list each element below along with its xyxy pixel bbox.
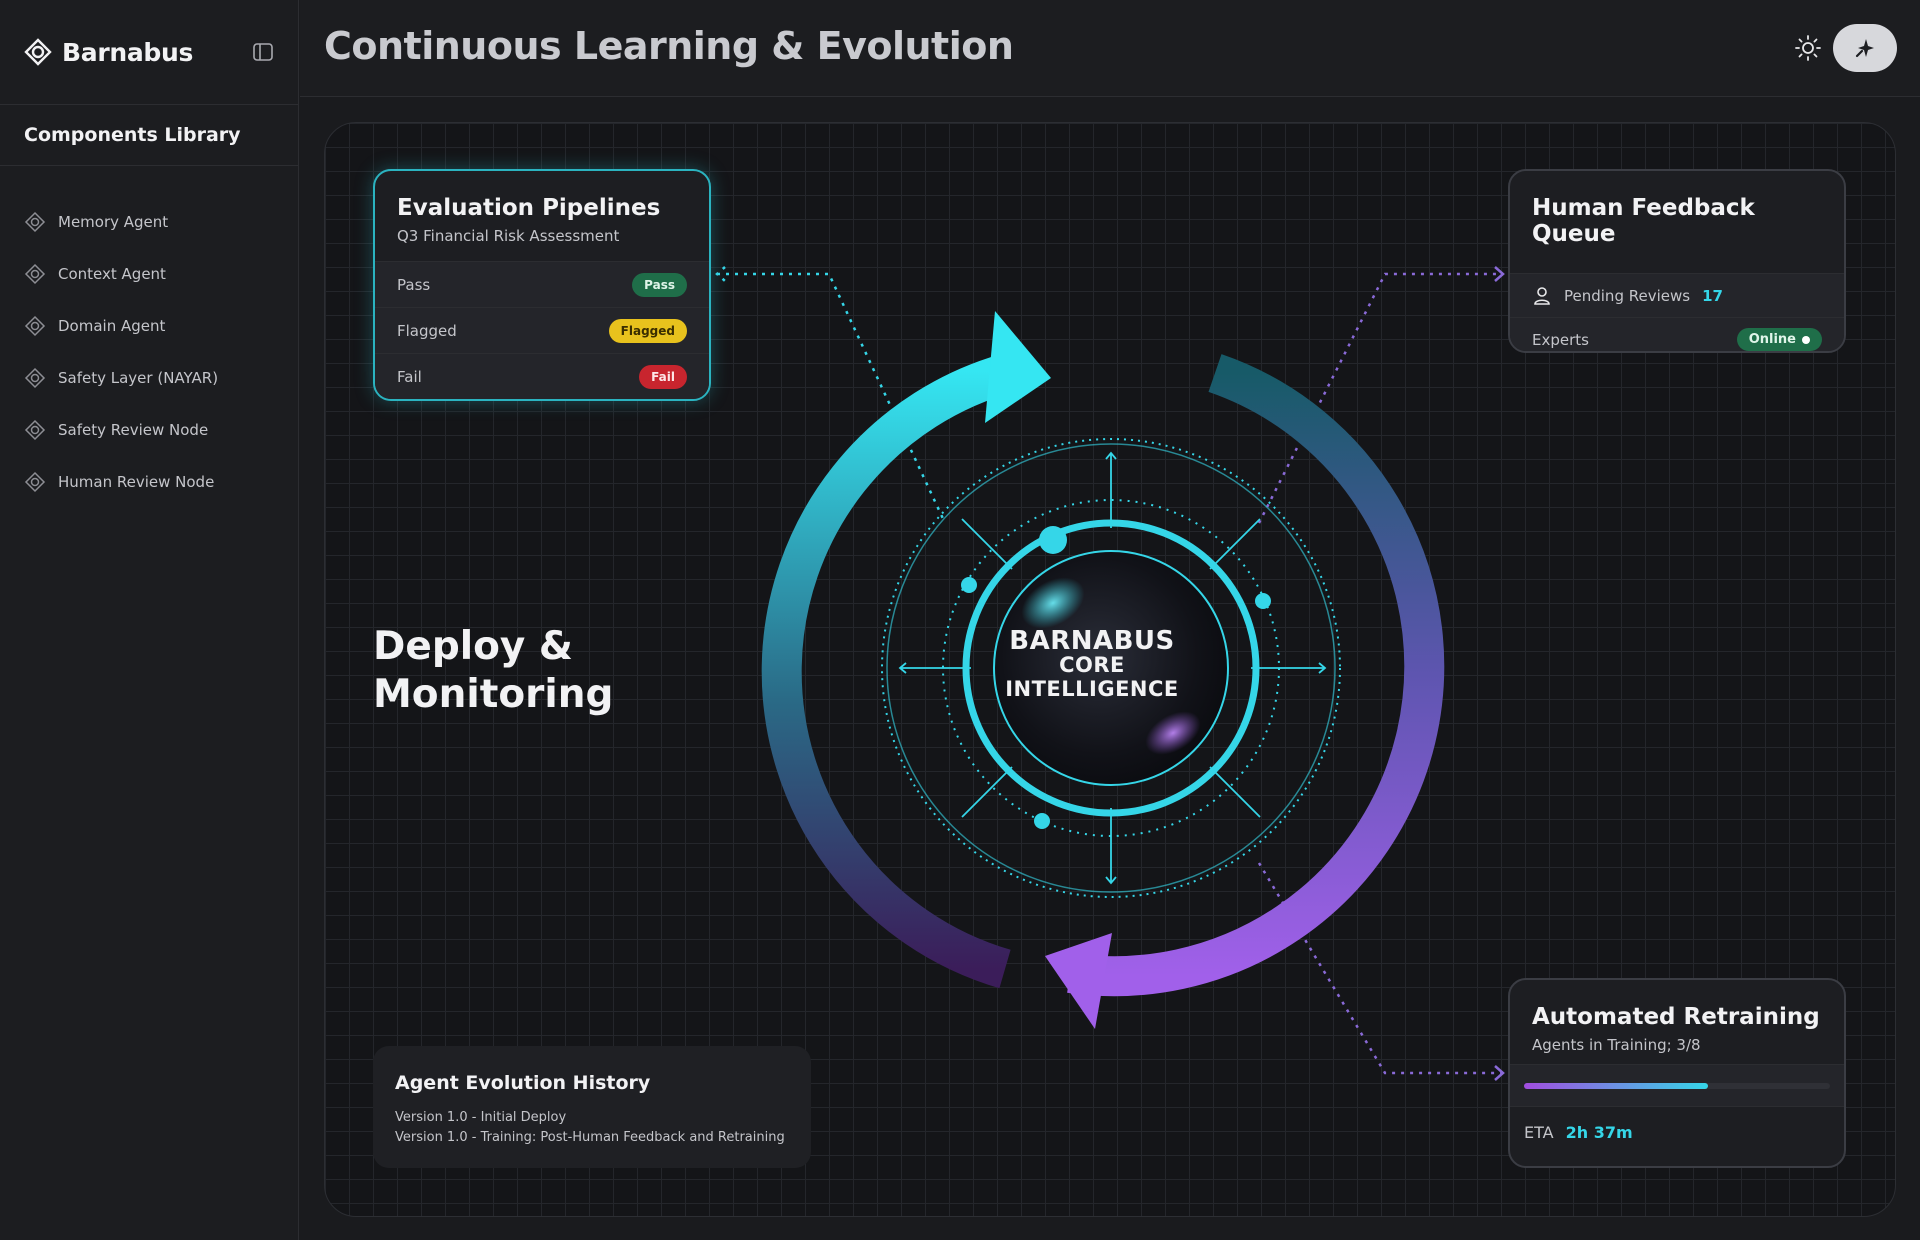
experts-label: Experts (1532, 330, 1589, 349)
core-line-1: BARNABUS (1009, 626, 1175, 656)
sidebar-item-label: Domain Agent (58, 317, 166, 335)
status-badge: Flagged (608, 318, 687, 343)
retraining-title: Automated Retraining (1532, 1004, 1820, 1030)
retraining-subtitle: Agents in Training; 3/8 (1532, 1036, 1701, 1054)
evaluation-pipelines-card[interactable]: Evaluation Pipelines Q3 Financial Risk A… (373, 169, 711, 401)
barnabus-logo-icon (24, 38, 52, 66)
eta-label: ETA (1524, 1123, 1554, 1142)
row-label: Pass (397, 275, 431, 294)
agent-evolution-history-card[interactable]: Agent Evolution History Version 1.0 - In… (373, 1046, 811, 1168)
agent-icon (24, 367, 46, 389)
brand[interactable]: Barnabus (0, 0, 298, 105)
evaluation-row-fail[interactable]: Fail Fail (375, 353, 709, 399)
sidebar-nav: Memory Agent Context Agent Domain Agent … (0, 166, 298, 508)
online-status-badge: Online (1736, 328, 1822, 351)
sidebar-item-safety-layer[interactable]: Safety Layer (NAYAR) (0, 352, 298, 404)
status-badge: Pass (632, 272, 687, 297)
online-status-text: Online (1748, 332, 1796, 347)
pending-reviews-count: 17 (1702, 286, 1723, 305)
app-name: Barnabus (62, 37, 194, 67)
core-intelligence-label[interactable]: BARNABUS CORE INTELLIGENCE (967, 626, 1217, 701)
sidebar-item-label: Safety Review Node (58, 421, 209, 439)
progress-track (1524, 1082, 1830, 1089)
ai-assistant-button[interactable] (1833, 24, 1897, 72)
history-entry: Version 1.0 - Training: Post-Human Feedb… (395, 1130, 785, 1145)
page-title: Continuous Learning & Evolution (324, 24, 1014, 68)
evaluation-row-flagged[interactable]: Flagged Flagged (375, 307, 709, 353)
sidebar-item-safety-review-node[interactable]: Safety Review Node (0, 404, 298, 456)
eta-row: ETA 2h 37m (1510, 1106, 1844, 1158)
status-dot-icon (1802, 335, 1810, 344)
progress-fill (1524, 1082, 1708, 1089)
user-icon (1534, 286, 1550, 305)
workflow-canvas: Evaluation Pipelines Q3 Financial Risk A… (324, 122, 1896, 1217)
agent-icon (24, 263, 46, 285)
core-line-3: INTELLIGENCE (1005, 677, 1179, 701)
agent-icon (24, 315, 46, 337)
training-progress (1510, 1064, 1844, 1106)
status-badge: Fail (639, 364, 687, 389)
sidebar-item-label: Human Review Node (58, 473, 215, 491)
evaluation-subtitle: Q3 Financial Risk Assessment (397, 227, 620, 245)
agent-icon (24, 419, 46, 441)
sun-icon[interactable] (1794, 34, 1822, 62)
row-label: Fail (397, 367, 422, 386)
header: Continuous Learning & Evolution (300, 0, 1920, 97)
sidebar-item-domain-agent[interactable]: Domain Agent (0, 300, 298, 352)
agent-icon (24, 211, 46, 233)
eta-value: 2h 37m (1565, 1123, 1633, 1142)
sidebar-item-label: Safety Layer (NAYAR) (58, 369, 219, 387)
experts-row[interactable]: Experts Online (1510, 317, 1844, 351)
pending-reviews-row[interactable]: Pending Reviews 17 (1510, 273, 1844, 317)
sidebar-item-context-agent[interactable]: Context Agent (0, 248, 298, 300)
sidebar-item-human-review-node[interactable]: Human Review Node (0, 456, 298, 508)
sidebar-item-label: Memory Agent (58, 213, 169, 231)
sidebar: Barnabus Components Library Memory Agent… (0, 0, 299, 1240)
human-feedback-queue-card[interactable]: Human Feedback Queue Pending Reviews 17 … (1508, 169, 1846, 353)
agent-icon (24, 471, 46, 493)
evaluation-title: Evaluation Pipelines (397, 195, 661, 221)
pending-reviews-label: Pending Reviews (1564, 286, 1691, 305)
evaluation-row-pass[interactable]: Pass Pass (375, 261, 709, 307)
components-library-title: Components Library (0, 105, 298, 166)
human-feedback-title: Human Feedback Queue (1532, 195, 1755, 247)
sparkle-icon (1855, 39, 1874, 58)
sidebar-item-label: Context Agent (58, 265, 166, 283)
history-title: Agent Evolution History (395, 1072, 651, 1094)
core-line-2: CORE (1059, 653, 1125, 677)
automated-retraining-card[interactable]: Automated Retraining Agents in Training;… (1508, 978, 1846, 1168)
sidebar-toggle-icon[interactable] (252, 41, 274, 63)
row-label: Flagged (397, 321, 457, 340)
deploy-monitoring-label: Deploy & Monitoring (373, 624, 614, 717)
history-entry: Version 1.0 - Initial Deploy (395, 1110, 567, 1125)
sidebar-item-memory-agent[interactable]: Memory Agent (0, 196, 298, 248)
